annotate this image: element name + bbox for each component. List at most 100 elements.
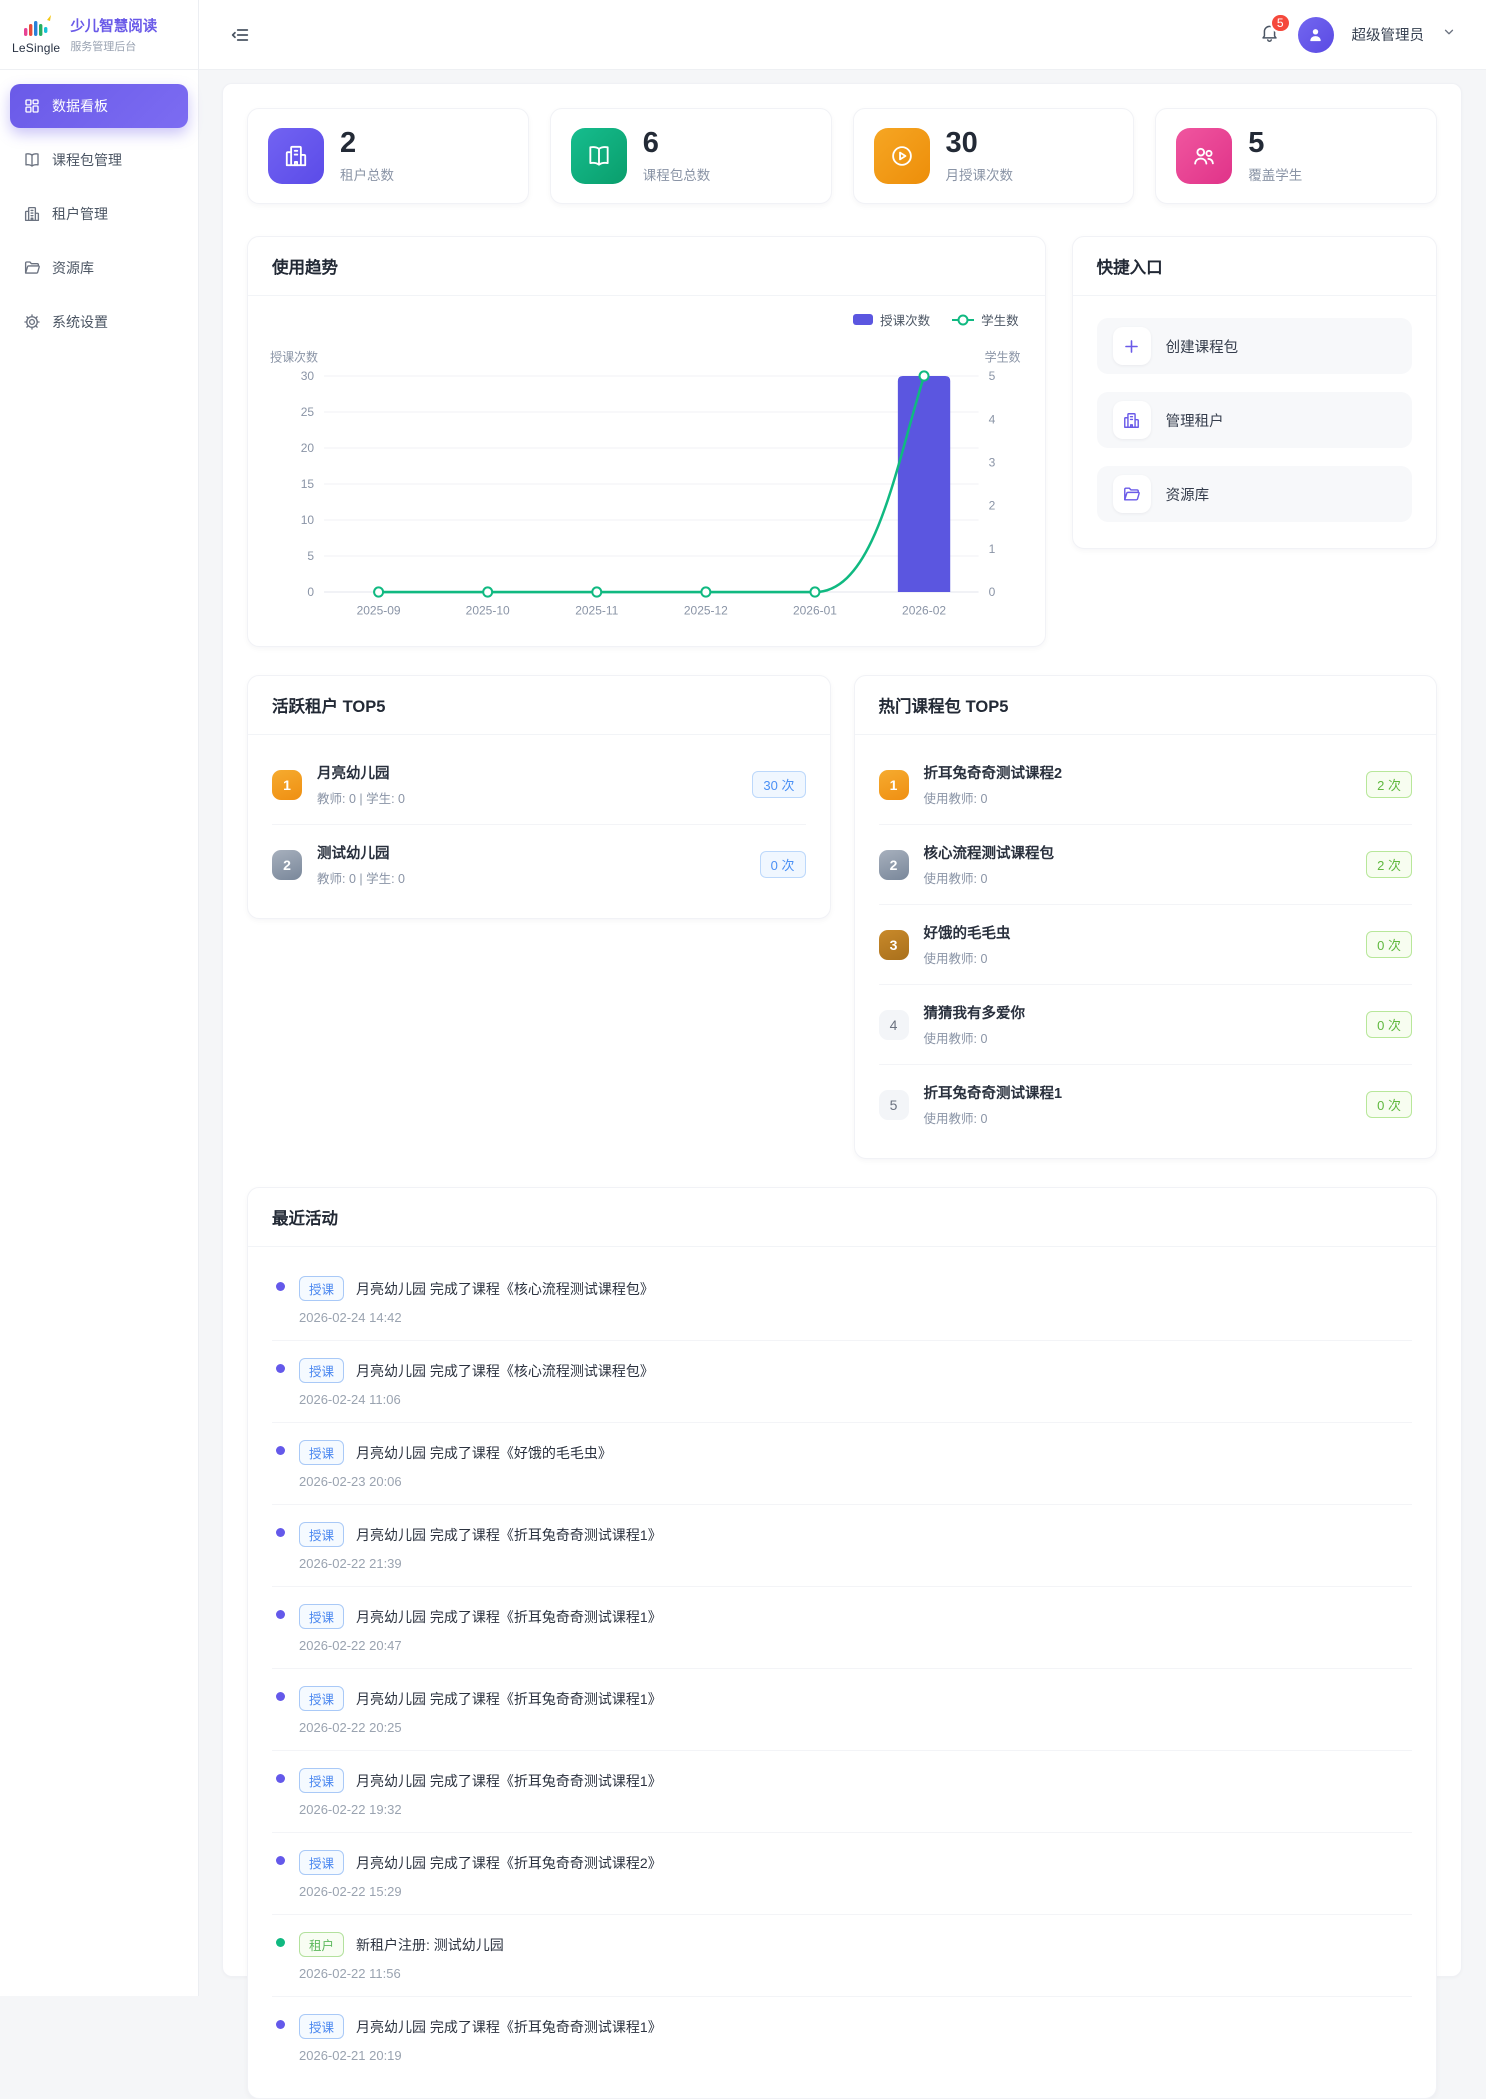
stat-card-students: 5 覆盖学生	[1155, 108, 1437, 204]
activity-row[interactable]: 授课 月亮幼儿园 完成了课程《折耳兔奇奇测试课程2》 2026-02-22 15…	[272, 1833, 1412, 1915]
usage-trend-chart: 051015202530012345授课次数学生数2025-092025-102…	[248, 329, 1045, 646]
user-name[interactable]: 超级管理员	[1352, 24, 1425, 45]
activity-row-tenant[interactable]: 租户 新租户注册: 测试幼儿园 2026-02-22 11:56	[272, 1915, 1412, 1997]
activity-row[interactable]: 授课 月亮幼儿园 完成了课程《核心流程测试课程包》 2026-02-24 11:…	[272, 1341, 1412, 1423]
svg-text:25: 25	[301, 405, 315, 419]
activity-dot	[276, 1528, 285, 1537]
activity-row[interactable]: 授课 月亮幼儿园 完成了课程《折耳兔奇奇测试课程1》 2026-02-22 20…	[272, 1587, 1412, 1669]
legend-students[interactable]: 学生数	[952, 310, 1019, 329]
package-count-badge: 0 次	[1366, 1091, 1412, 1118]
activity-dot	[276, 1774, 285, 1783]
quick-item-label: 管理租户	[1166, 410, 1224, 431]
svg-text:授课次数: 授课次数	[270, 349, 318, 364]
svg-text:10: 10	[301, 513, 315, 527]
stat-value: 6	[643, 128, 711, 158]
svg-text:1: 1	[989, 542, 996, 556]
avatar[interactable]	[1298, 17, 1334, 53]
package-count-badge: 0 次	[1366, 931, 1412, 958]
legend-line-swatch	[952, 319, 974, 321]
activity-dot	[276, 1446, 285, 1455]
package-name: 猜猜我有多爱你	[924, 1002, 1026, 1023]
sidebar-item-label: 资源库	[52, 258, 94, 278]
quick-entry-card: 快捷入口 创建课程包 管理租户	[1072, 236, 1437, 549]
quick-item-resources[interactable]: 资源库	[1097, 466, 1412, 522]
stat-label: 租户总数	[340, 164, 394, 184]
package-meta: 使用教师: 0	[924, 868, 1055, 887]
gear-icon	[23, 313, 41, 331]
activity-row[interactable]: 授课 月亮幼儿园 完成了课程《折耳兔奇奇测试课程1》 2026-02-22 21…	[272, 1505, 1412, 1587]
package-rank-row[interactable]: 2 核心流程测试课程包 使用教师: 0 2 次	[879, 825, 1413, 905]
activity-text: 月亮幼儿园 完成了课程《折耳兔奇奇测试课程2》	[356, 1853, 662, 1873]
activity-dot	[276, 1938, 285, 1947]
svg-text:15: 15	[301, 477, 315, 491]
logo-bars-icon	[17, 14, 55, 40]
people-icon	[1176, 128, 1232, 184]
package-rank-row[interactable]: 5 折耳兔奇奇测试课程1 使用教师: 0 0 次	[879, 1065, 1413, 1144]
building-icon	[23, 205, 41, 223]
activity-row[interactable]: 授课 月亮幼儿园 完成了课程《折耳兔奇奇测试课程1》 2026-02-22 20…	[272, 1669, 1412, 1751]
stat-label: 覆盖学生	[1248, 164, 1302, 184]
svg-text:2026-01: 2026-01	[793, 604, 837, 618]
legend-bar-swatch	[853, 314, 873, 325]
rank-badge: 5	[879, 1090, 909, 1120]
activity-time: 2026-02-22 20:47	[299, 1638, 662, 1653]
chevron-down-icon[interactable]	[1442, 25, 1456, 44]
logo-block: LeSingle 少儿智慧阅读 服务管理后台	[0, 0, 198, 70]
active-tenants-card: 活跃租户 TOP5 1 月亮幼儿园 教师: 0 | 学生: 0 30 次 2 测…	[247, 675, 831, 919]
sidebar-item-tenants[interactable]: 租户管理	[10, 192, 188, 236]
trend-chart-svg: 051015202530012345授课次数学生数2025-092025-102…	[266, 339, 1027, 627]
svg-text:0: 0	[989, 585, 996, 599]
package-name: 核心流程测试课程包	[924, 842, 1055, 863]
sidebar-item-label: 租户管理	[52, 204, 108, 224]
recent-activity-title: 最近活动	[272, 1210, 338, 1228]
dashboard-icon	[23, 97, 41, 115]
notifications-button[interactable]: 5	[1259, 22, 1280, 48]
package-rank-row[interactable]: 4 猜猜我有多爱你 使用教师: 0 0 次	[879, 985, 1413, 1065]
rank-badge: 2	[272, 850, 302, 880]
sidebar-item-label: 数据看板	[52, 96, 108, 116]
tenant-rank-row[interactable]: 2 测试幼儿园 教师: 0 | 学生: 0 0 次	[272, 825, 806, 904]
svg-text:2025-12: 2025-12	[684, 604, 728, 618]
recent-activity-card: 最近活动 授课 月亮幼儿园 完成了课程《核心流程测试课程包》 2026-02-2…	[247, 1187, 1437, 2099]
activity-row[interactable]: 授课 月亮幼儿园 完成了课程《好饿的毛毛虫》 2026-02-23 20:06	[272, 1423, 1412, 1505]
activity-time: 2026-02-22 11:56	[299, 1966, 504, 1981]
sidebar-item-settings[interactable]: 系统设置	[10, 300, 188, 344]
package-rank-row[interactable]: 3 好饿的毛毛虫 使用教师: 0 0 次	[879, 905, 1413, 985]
svg-text:20: 20	[301, 441, 315, 455]
activity-row[interactable]: 授课 月亮幼儿园 完成了课程《折耳兔奇奇测试课程1》 2026-02-21 20…	[272, 1997, 1412, 2078]
package-name: 折耳兔奇奇测试课程1	[924, 1082, 1063, 1103]
sidebar-item-resources[interactable]: 资源库	[10, 246, 188, 290]
tenant-name: 测试幼儿园	[317, 842, 405, 863]
quick-item-manage-tenants[interactable]: 管理租户	[1097, 392, 1412, 448]
sidebar-item-course-packages[interactable]: 课程包管理	[10, 138, 188, 182]
package-name: 好饿的毛毛虫	[924, 922, 1011, 943]
sidebar-item-dashboard[interactable]: 数据看板	[10, 84, 188, 128]
legend-lessons[interactable]: 授课次数	[853, 310, 930, 329]
usage-trend-title: 使用趋势	[272, 259, 338, 277]
activity-time: 2026-02-21 20:19	[299, 2048, 662, 2063]
activity-dot	[276, 1692, 285, 1701]
sidebar-collapse-button[interactable]	[229, 24, 251, 46]
activity-row[interactable]: 授课 月亮幼儿园 完成了课程《核心流程测试课程包》 2026-02-24 14:…	[272, 1259, 1412, 1341]
tenant-rank-row[interactable]: 1 月亮幼儿园 教师: 0 | 学生: 0 30 次	[272, 745, 806, 825]
app-subtitle: 服务管理后台	[70, 38, 157, 54]
activity-type-badge: 授课	[299, 1358, 344, 1383]
activity-type-badge: 授课	[299, 1276, 344, 1301]
stat-value: 2	[340, 128, 394, 158]
legend-label: 授课次数	[880, 310, 930, 329]
svg-text:2025-09: 2025-09	[357, 604, 401, 618]
activity-type-badge: 授课	[299, 1768, 344, 1793]
package-rank-row[interactable]: 1 折耳兔奇奇测试课程2 使用教师: 0 2 次	[879, 745, 1413, 825]
activity-row[interactable]: 授课 月亮幼儿园 完成了课程《折耳兔奇奇测试课程1》 2026-02-22 19…	[272, 1751, 1412, 1833]
package-count-badge: 2 次	[1366, 771, 1412, 798]
topbar: 5 超级管理员	[199, 0, 1486, 70]
activity-type-badge: 授课	[299, 1604, 344, 1629]
activity-type-badge: 授课	[299, 1440, 344, 1465]
hot-packages-title: 热门课程包 TOP5	[879, 698, 1009, 716]
book-icon	[571, 128, 627, 184]
quick-item-create-package[interactable]: 创建课程包	[1097, 318, 1412, 374]
activity-type-badge: 授课	[299, 1850, 344, 1875]
plus-icon	[1113, 327, 1151, 365]
brand-logo: LeSingle	[12, 14, 60, 55]
sidebar: LeSingle 少儿智慧阅读 服务管理后台 数据看板 课程包管理	[0, 0, 199, 1996]
